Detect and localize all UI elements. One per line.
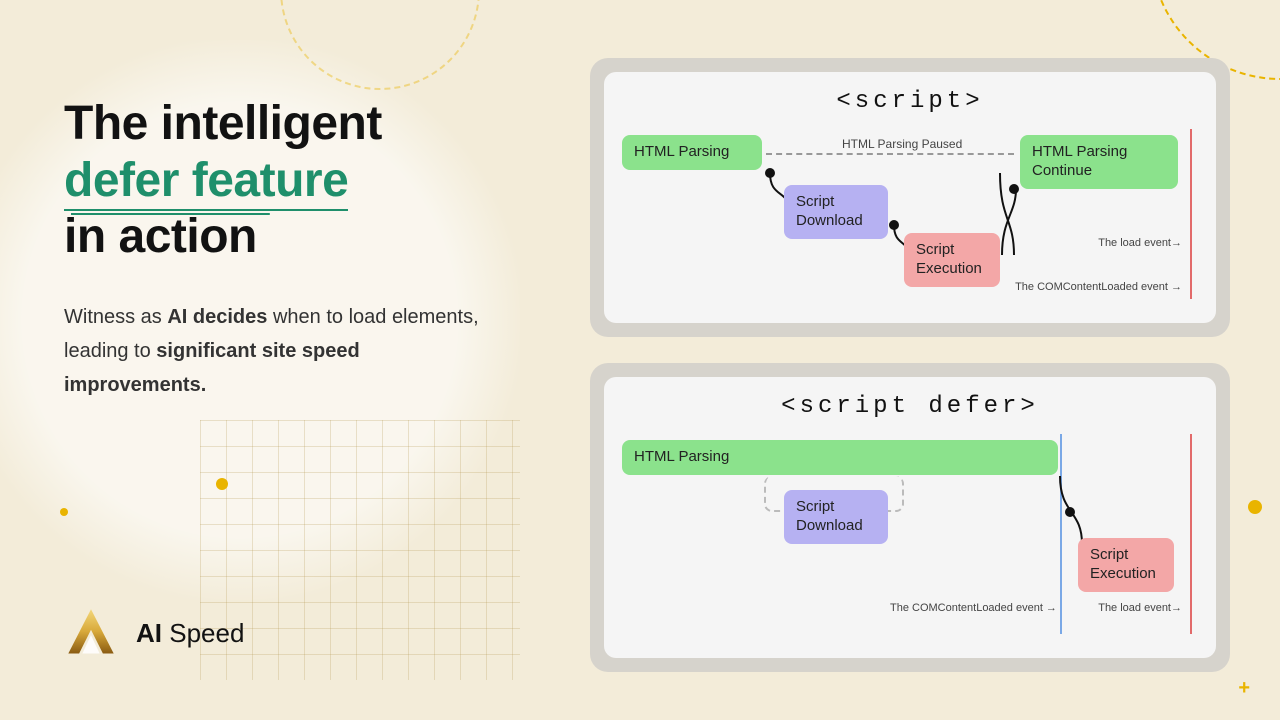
brand-logo-icon [64, 606, 118, 660]
subheading: Witness as AI decides when to load eleme… [64, 300, 494, 402]
brand-name: AI Speed [136, 618, 244, 649]
bg-grid [200, 420, 520, 680]
box-html-continue: HTML Parsing Continue [1020, 135, 1178, 189]
bg-dot [1248, 500, 1262, 514]
panel-script-defer: <script defer> HTML Parsing Script Downl… [590, 363, 1230, 672]
connector-node [1009, 184, 1019, 194]
panel-defer-timeline: HTML Parsing Script Download Script Exec… [622, 434, 1198, 634]
sub-bold1: AI decides [167, 306, 267, 328]
headline-line3: in action [64, 210, 257, 263]
diagram-panels: <script> HTML Parsing HTML Parsing Pause… [590, 58, 1230, 672]
load-event-line [1190, 129, 1192, 299]
panel-script-title: <script> [622, 88, 1198, 115]
box-script-download: Script Download [784, 185, 888, 239]
load-event-text: The load event→ [1098, 602, 1182, 614]
panel-script-inner: <script> HTML Parsing HTML Parsing Pause… [604, 72, 1216, 323]
panel-defer-title: <script defer> [622, 393, 1198, 420]
panel-script-defer-inner: <script defer> HTML Parsing Script Downl… [604, 377, 1216, 658]
load-event-line [1190, 434, 1192, 634]
box-html-parsing: HTML Parsing [622, 440, 1058, 475]
hero-copy: The intelligent defer feature in action … [64, 96, 534, 402]
bg-arc-upperleft [280, 0, 480, 90]
headline-accent: defer feature [64, 153, 348, 210]
paused-dashed-line [766, 153, 1014, 155]
brand: AI Speed [64, 606, 244, 660]
load-event-label: The load event→ [1098, 602, 1182, 614]
connector-node [765, 168, 775, 178]
domcontentloaded-line [1060, 434, 1062, 634]
bg-dot [216, 478, 228, 490]
dom-event-label: The COMContentLoaded event → [890, 602, 1057, 614]
load-event-text: The load event→ [1098, 237, 1182, 249]
bg-plus: + [1238, 677, 1250, 700]
connector-node [889, 220, 899, 230]
connector-node [1065, 507, 1075, 517]
dom-event-text: The COMContentLoaded event → [890, 602, 1057, 614]
headline-line1: The intelligent [64, 97, 382, 150]
box-html-parsing: HTML Parsing [622, 135, 762, 170]
brand-name-rest: Speed [162, 618, 244, 648]
sub-pre: Witness as [64, 306, 167, 328]
paused-label: HTML Parsing Paused [842, 137, 962, 151]
box-script-execution: Script Execution [1078, 538, 1174, 592]
bg-dot [60, 508, 68, 516]
box-script-execution: Script Execution [904, 233, 1000, 287]
panel-script-timeline: HTML Parsing HTML Parsing Paused HTML Pa… [622, 129, 1198, 299]
panel-script: <script> HTML Parsing HTML Parsing Pause… [590, 58, 1230, 337]
dom-event-label: The COMContentLoaded event → [1015, 281, 1182, 293]
dom-event-text: The COMContentLoaded event → [1015, 281, 1182, 293]
box-script-download: Script Download [784, 490, 888, 544]
brand-name-bold: AI [136, 618, 162, 648]
load-event-label: The load event→ [1098, 237, 1182, 249]
headline: The intelligent defer feature in action [64, 96, 534, 266]
